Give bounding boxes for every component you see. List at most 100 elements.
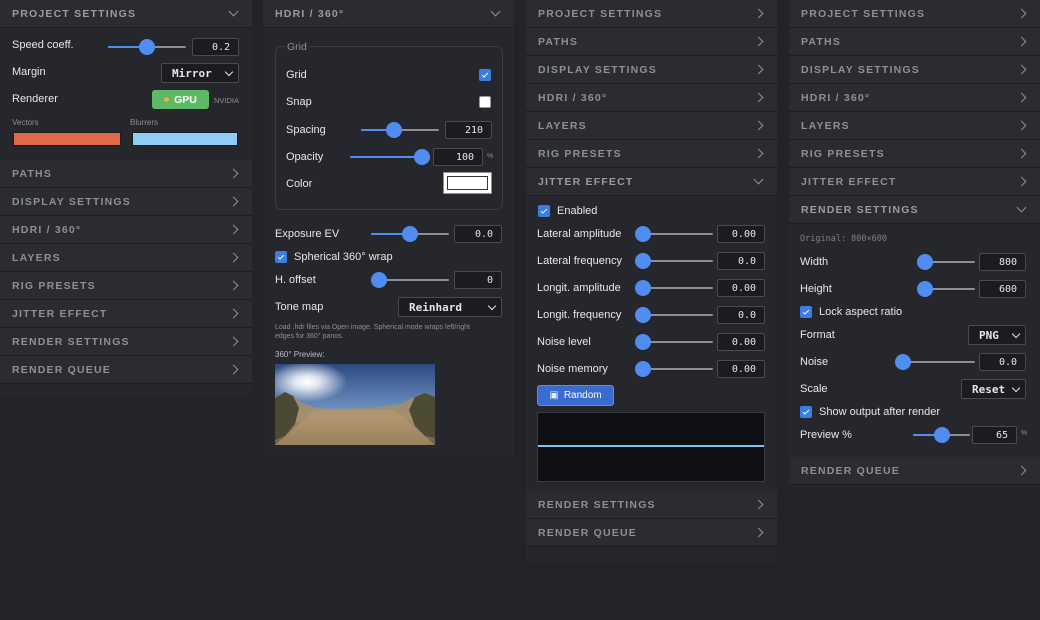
noise-slider[interactable] xyxy=(895,354,975,370)
param-label: Noise memory xyxy=(537,363,608,375)
chevron-right-icon xyxy=(1016,8,1027,19)
chevron-right-icon xyxy=(1016,36,1027,47)
spherical-checkbox[interactable] xyxy=(275,251,287,263)
show-output-checkbox[interactable] xyxy=(800,406,812,418)
exposure-input[interactable]: 0.0 xyxy=(454,225,502,243)
lock-aspect-checkbox[interactable] xyxy=(800,306,812,318)
param-slider[interactable] xyxy=(635,334,713,350)
exposure-slider[interactable] xyxy=(371,226,449,242)
section-hdri-360[interactable]: HDRI / 360° xyxy=(789,84,1040,112)
noise-input[interactable]: 0.0 xyxy=(979,353,1026,371)
chevron-right-icon xyxy=(228,224,239,235)
param-slider[interactable] xyxy=(635,307,713,323)
speed-input[interactable]: 0.2 xyxy=(192,38,239,56)
height-slider[interactable] xyxy=(917,281,975,297)
section-project-settings[interactable]: PROJECT SETTINGS xyxy=(789,0,1040,28)
section-title: PATHS xyxy=(12,167,53,180)
section-title: DISPLAY SETTINGS xyxy=(12,195,131,208)
render-settings-body: Original: 800×600 Width 800 Height 600 L… xyxy=(789,224,1040,457)
speed-label: Speed coeff. xyxy=(12,39,74,51)
section-hdri-360[interactable]: HDRI / 360° xyxy=(0,216,252,244)
param-slider[interactable] xyxy=(635,253,713,269)
jitter-preview-canvas xyxy=(537,412,765,482)
random-button[interactable]: ▣ Random xyxy=(537,385,614,406)
section-render-settings[interactable]: RENDER SETTINGS xyxy=(526,491,777,519)
section-paths[interactable]: PATHS xyxy=(789,28,1040,56)
section-jitter-effect[interactable]: JITTER EFFECT xyxy=(0,300,252,328)
section-title: RENDER SETTINGS xyxy=(538,498,656,511)
spacing-slider[interactable] xyxy=(361,122,439,138)
section-render-queue[interactable]: RENDER QUEUE xyxy=(0,356,252,384)
section-layers[interactable]: LAYERS xyxy=(0,244,252,272)
snap-checkbox[interactable] xyxy=(479,96,491,108)
section-title: HDRI / 360° xyxy=(12,223,82,236)
color-picker[interactable] xyxy=(443,172,492,194)
param-input[interactable]: 0.00 xyxy=(717,333,765,351)
height-input[interactable]: 600 xyxy=(979,280,1026,298)
format-label: Format xyxy=(800,329,835,341)
chevron-right-icon xyxy=(228,280,239,291)
grid-group-title: Grid xyxy=(285,41,309,53)
chevron-right-icon xyxy=(1016,465,1027,476)
section-project-settings[interactable]: PROJECT SETTINGS xyxy=(0,0,252,28)
vectors-label: Vectors xyxy=(12,118,39,127)
grid-checkbox[interactable] xyxy=(479,69,491,81)
section-title: RENDER QUEUE xyxy=(538,526,637,539)
blurrers-color-swatch[interactable] xyxy=(132,132,238,146)
section-layers[interactable]: LAYERS xyxy=(789,112,1040,140)
chevron-right-icon xyxy=(753,148,764,159)
jitter-panel: PROJECT SETTINGS PATHS DISPLAY SETTINGS HDR… xyxy=(526,0,777,562)
preview-percent-input[interactable]: 65 xyxy=(972,426,1017,444)
section-jitter-effect[interactable]: JITTER EFFECT xyxy=(789,168,1040,196)
section-title: DISPLAY SETTINGS xyxy=(538,63,657,76)
param-input[interactable]: 0.00 xyxy=(717,279,765,297)
spacing-input[interactable]: 210 xyxy=(445,121,492,139)
section-display-settings[interactable]: DISPLAY SETTINGS xyxy=(526,56,777,84)
section-display-settings[interactable]: DISPLAY SETTINGS xyxy=(789,56,1040,84)
section-render-queue[interactable]: RENDER QUEUE xyxy=(789,457,1040,485)
project-settings-body: Speed coeff. 0.2 Margin Mirror Renderer … xyxy=(0,28,252,160)
param-slider[interactable] xyxy=(635,280,713,296)
gpu-button[interactable]: GPU xyxy=(152,90,209,109)
section-hdri[interactable]: HDRI / 360° xyxy=(263,0,514,28)
preview-percent-slider[interactable] xyxy=(913,427,970,443)
section-title: RIG PRESETS xyxy=(12,279,96,292)
section-rig-presets[interactable]: RIG PRESETS xyxy=(789,140,1040,168)
vectors-color-swatch[interactable] xyxy=(13,132,121,146)
param-slider[interactable] xyxy=(635,361,713,377)
section-layers[interactable]: LAYERS xyxy=(526,112,777,140)
section-project-settings[interactable]: PROJECT SETTINGS xyxy=(526,0,777,28)
section-render-queue[interactable]: RENDER QUEUE xyxy=(526,519,777,547)
opacity-input[interactable]: 100 xyxy=(433,148,483,166)
param-input[interactable]: 0.0 xyxy=(717,306,765,324)
tonemap-select[interactable]: Reinhard xyxy=(398,297,502,317)
scale-select[interactable]: Reset xyxy=(961,379,1026,399)
hoffset-slider[interactable] xyxy=(371,272,449,288)
width-slider[interactable] xyxy=(917,254,975,270)
section-rig-presets[interactable]: RIG PRESETS xyxy=(0,272,252,300)
section-title: RENDER SETTINGS xyxy=(12,335,130,348)
section-render-settings[interactable]: RENDER SETTINGS xyxy=(0,328,252,356)
speed-slider[interactable] xyxy=(108,39,186,55)
section-jitter-effect[interactable]: JITTER EFFECT xyxy=(526,168,777,196)
opacity-slider[interactable] xyxy=(350,149,430,165)
param-input[interactable]: 0.00 xyxy=(717,225,765,243)
section-hdri-360[interactable]: HDRI / 360° xyxy=(526,84,777,112)
exposure-label: Exposure EV xyxy=(275,228,340,240)
hoffset-input[interactable]: 0 xyxy=(454,271,502,289)
hdri-preview-image xyxy=(275,364,435,445)
section-display-settings[interactable]: DISPLAY SETTINGS xyxy=(0,188,252,216)
format-select[interactable]: PNG xyxy=(968,325,1026,345)
section-paths[interactable]: PATHS xyxy=(0,160,252,188)
width-input[interactable]: 800 xyxy=(979,253,1026,271)
margin-select[interactable]: Mirror xyxy=(161,63,239,83)
section-render-settings[interactable]: RENDER SETTINGS xyxy=(789,196,1040,224)
param-input[interactable]: 0.0 xyxy=(717,252,765,270)
enabled-checkbox[interactable] xyxy=(538,205,550,217)
section-paths[interactable]: PATHS xyxy=(526,28,777,56)
section-rig-presets[interactable]: RIG PRESETS xyxy=(526,140,777,168)
param-input[interactable]: 0.00 xyxy=(717,360,765,378)
render-settings-panel: PROJECT SETTINGS PATHS DISPLAY SETTINGS HDR… xyxy=(789,0,1040,486)
param-slider[interactable] xyxy=(635,226,713,242)
chevron-right-icon xyxy=(753,120,764,131)
